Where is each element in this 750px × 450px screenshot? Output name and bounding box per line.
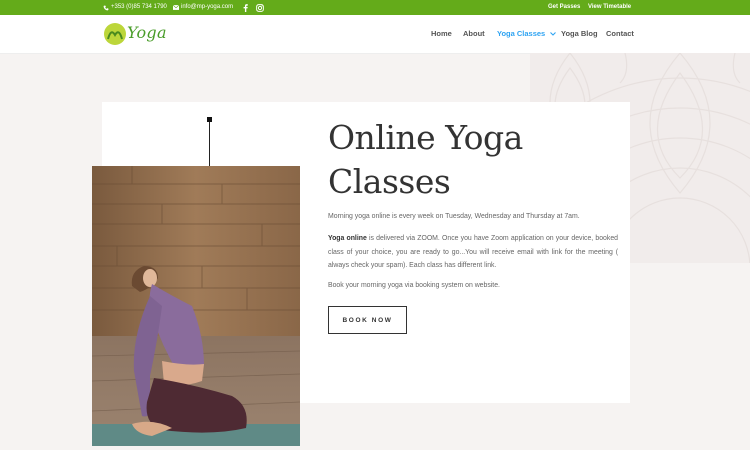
nav-contact[interactable]: Contact xyxy=(606,15,634,53)
nav-yoga-blog[interactable]: Yoga Blog xyxy=(561,15,598,53)
email-contact[interactable]: info@mp-yoga.com xyxy=(173,0,233,15)
get-passes-link[interactable]: Get Passes xyxy=(548,0,580,15)
instagram-link[interactable] xyxy=(256,0,264,15)
site-header: Yoga Home About Yoga Classes Yoga Blog C… xyxy=(0,15,750,54)
chevron-down-icon xyxy=(550,32,557,36)
top-bar: +353 (0)85 734 1790 info@mp-yoga.com Get… xyxy=(0,0,750,15)
email-address: info@mp-yoga.com xyxy=(181,4,234,10)
zoom-info-text: is delivered via ZOOM. Once you have Zoo… xyxy=(328,235,619,269)
site-logo[interactable]: Yoga xyxy=(103,22,167,46)
logo-mark-icon xyxy=(104,23,126,45)
envelope-icon xyxy=(173,5,179,10)
logo-text: Yoga xyxy=(127,23,167,42)
yoga-online-bold: Yoga online xyxy=(328,235,367,242)
book-now-button[interactable]: BOOK NOW xyxy=(328,306,407,334)
phone-icon xyxy=(103,5,109,10)
view-timetable-link[interactable]: View Timetable xyxy=(588,0,631,15)
phone-number: +353 (0)85 734 1790 xyxy=(111,4,167,10)
booking-paragraph: Book your morning yoga via booking syste… xyxy=(328,282,500,289)
nav-about[interactable]: About xyxy=(463,15,485,53)
line-end-marker xyxy=(207,117,212,122)
nav-yoga-classes[interactable]: Yoga Classes xyxy=(497,15,557,53)
page-title: Online Yoga Classes xyxy=(328,118,523,201)
phone-contact[interactable]: +353 (0)85 734 1790 xyxy=(103,0,167,15)
nav-home[interactable]: Home xyxy=(431,15,452,53)
zoom-info-paragraph: Yoga online is delivered via ZOOM. Once … xyxy=(328,232,618,273)
schedule-paragraph: Morning yoga online is every week on Tue… xyxy=(328,213,580,220)
facebook-link[interactable] xyxy=(243,0,248,15)
instagram-icon xyxy=(256,3,264,12)
facebook-icon xyxy=(243,3,248,12)
nav-yoga-classes-label: Yoga Classes xyxy=(497,29,546,38)
yoga-photo xyxy=(92,166,300,446)
